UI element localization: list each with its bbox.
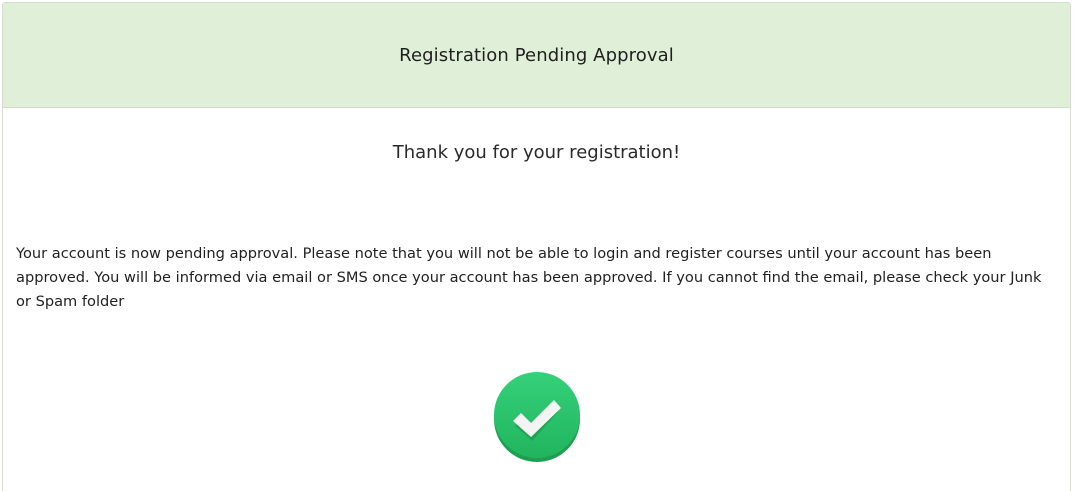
success-check-icon: [494, 372, 580, 491]
thank-you-text: Thank you for your registration!: [392, 142, 681, 163]
pending-approval-card: Registration Pending Approval Thank you …: [2, 2, 1071, 491]
card-header: Registration Pending Approval: [3, 3, 1070, 108]
check-circle-icon: [494, 372, 580, 462]
pending-approval-message: Your account is now pending approval. Pl…: [16, 245, 1042, 310]
card-body: Thank you for your registration! Your ac…: [3, 108, 1070, 491]
page-title: Registration Pending Approval: [399, 44, 674, 66]
